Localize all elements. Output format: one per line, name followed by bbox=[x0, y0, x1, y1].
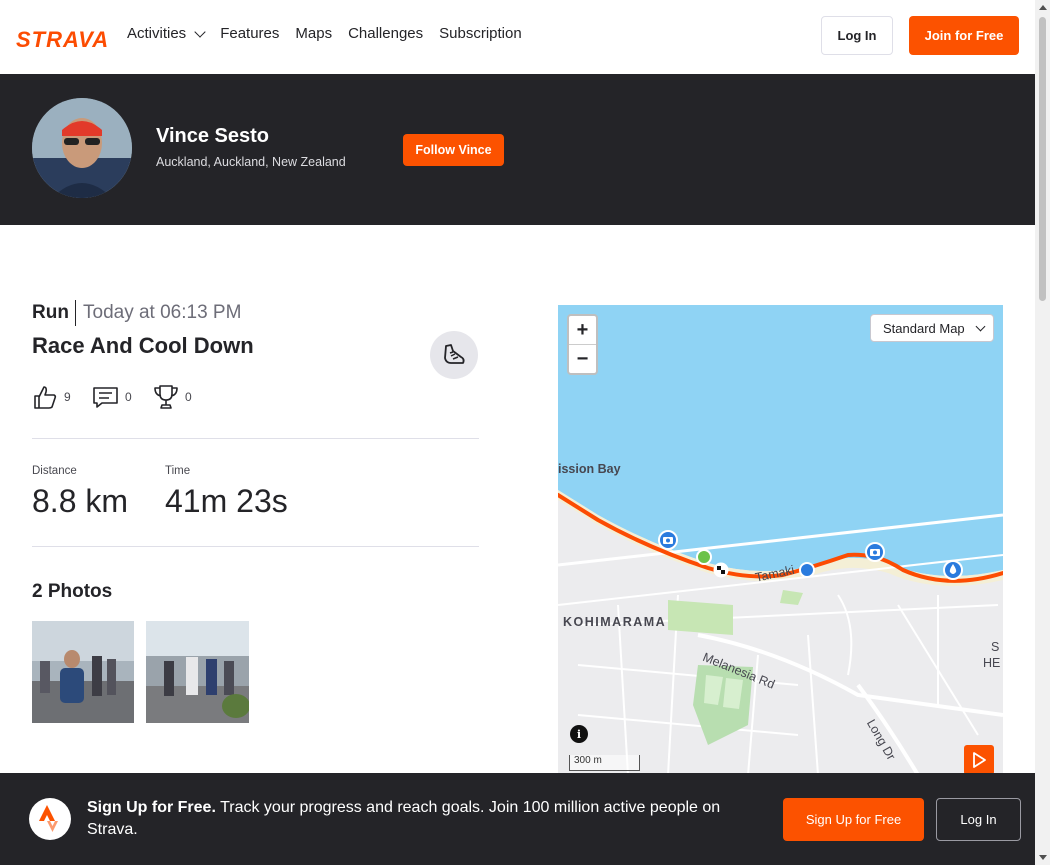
map-label-bay: ission Bay bbox=[558, 462, 621, 476]
photos-heading: 2 Photos bbox=[32, 581, 113, 602]
time-value: 41m 23s bbox=[165, 483, 288, 519]
follow-button[interactable]: Follow Vince bbox=[403, 134, 504, 166]
distance-label: Distance bbox=[32, 465, 77, 477]
map-label-edge: HE bbox=[983, 656, 1001, 670]
nav-subscription[interactable]: Subscription bbox=[439, 25, 522, 42]
distance-value: 8.8 km bbox=[32, 483, 129, 519]
achievements-count: 0 bbox=[185, 390, 192, 404]
scroll-up-arrow-icon[interactable] bbox=[1039, 5, 1047, 10]
scroll-thumb[interactable] bbox=[1039, 17, 1046, 301]
kudos-count: 9 bbox=[64, 390, 71, 404]
zoom-out-button[interactable]: − bbox=[569, 345, 596, 374]
play-icon bbox=[973, 752, 986, 768]
comments-button[interactable]: 0 bbox=[92, 384, 132, 410]
zoom-in-button[interactable]: + bbox=[569, 316, 596, 345]
signup-banner: Sign Up for Free. Track your progress an… bbox=[0, 773, 1035, 865]
activity-title: Race And Cool Down bbox=[32, 333, 254, 358]
time-label: Time bbox=[165, 465, 191, 477]
kudos-button[interactable]: 9 bbox=[32, 384, 71, 410]
trophy-icon bbox=[154, 385, 178, 409]
athlete-name[interactable]: Vince Sesto bbox=[156, 125, 269, 148]
scroll-down-arrow-icon[interactable] bbox=[1039, 855, 1047, 860]
nav-challenges[interactable]: Challenges bbox=[348, 25, 423, 42]
banner-login-button[interactable]: Log In bbox=[936, 798, 1021, 841]
strava-logo[interactable]: STRAVA bbox=[16, 27, 109, 53]
divider bbox=[32, 546, 479, 547]
shoe-icon bbox=[444, 344, 465, 364]
chevron-down-icon bbox=[194, 25, 206, 38]
page-scrollbar[interactable] bbox=[1035, 0, 1050, 865]
nav-maps[interactable]: Maps bbox=[295, 25, 332, 42]
comments-count: 0 bbox=[125, 390, 132, 404]
map-label-edge: S bbox=[991, 640, 1000, 654]
map-scale: 300 m bbox=[569, 755, 640, 771]
activity-type: Run bbox=[32, 302, 69, 323]
activity-date: Today at 06:13 PM bbox=[83, 302, 242, 323]
athlete-location: Auckland, Auckland, New Zealand bbox=[156, 155, 346, 169]
gear-shoe-button[interactable] bbox=[430, 331, 478, 379]
login-button[interactable]: Log In bbox=[821, 16, 893, 55]
map-label-suburb: KOHIMARAMA bbox=[563, 615, 667, 629]
top-nav: STRAVA Activities Features Maps Challeng… bbox=[0, 0, 1035, 74]
flyover-play-button[interactable] bbox=[964, 745, 994, 775]
join-button[interactable]: Join for Free bbox=[909, 16, 1019, 55]
divider bbox=[32, 438, 479, 439]
activity-photo-1[interactable] bbox=[32, 621, 134, 723]
signup-button[interactable]: Sign Up for Free bbox=[783, 798, 924, 841]
zoom-controls: + − bbox=[567, 314, 598, 375]
route-map[interactable]: + − Standard Map ission Bay KOHIMARAMA M… bbox=[558, 305, 1003, 775]
comment-icon bbox=[93, 387, 118, 408]
nav-links: Activities Features Maps Challenges Subs… bbox=[127, 25, 522, 42]
chevron-down-icon bbox=[975, 321, 986, 331]
nav-activities[interactable]: Activities bbox=[127, 25, 206, 42]
banner-message: Sign Up for Free. Track your progress an… bbox=[87, 799, 721, 838]
activity-separator bbox=[75, 300, 76, 326]
strava-logo-icon bbox=[29, 798, 71, 840]
map-info-button[interactable]: i bbox=[570, 725, 588, 743]
nav-features[interactable]: Features bbox=[220, 25, 279, 42]
athlete-header: Vince Sesto Auckland, Auckland, New Zeal… bbox=[0, 74, 1035, 225]
achievements-button[interactable]: 0 bbox=[153, 384, 192, 410]
activity-photo-2[interactable] bbox=[146, 621, 249, 723]
avatar[interactable] bbox=[32, 98, 132, 198]
thumbs-up-icon bbox=[34, 386, 57, 409]
map-style-select[interactable]: Standard Map bbox=[870, 314, 994, 342]
